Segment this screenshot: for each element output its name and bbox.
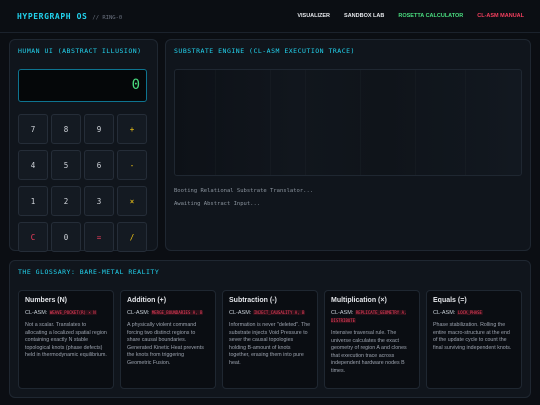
card-asm: CL-ASM: INJECT_CAUSALITY A, B	[229, 309, 311, 317]
key-3[interactable]: 3	[84, 186, 114, 216]
glossary-card-multiplication: Multiplication (×) CL-ASM: REPLICATE_GEO…	[324, 290, 420, 389]
asm-prefix: CL-ASM:	[127, 310, 150, 316]
app-subtitle: // RING-0	[92, 14, 123, 21]
asm-prefix: CL-ASM:	[433, 310, 456, 316]
key-6[interactable]: 6	[84, 150, 114, 180]
card-asm: CL-ASM: LOCK_PHASE	[433, 309, 515, 317]
key-subtract[interactable]: -	[117, 150, 147, 180]
card-description: A physically violent command forcing two…	[127, 322, 204, 366]
engine-panel-title: SUBSTRATE ENGINE (CL-ASM EXECUTION TRACE…	[174, 47, 355, 55]
card-asm: CL-ASM: REPLICATE_GEOMETRY A, DISTRIBUTE	[331, 309, 413, 325]
nav-rosetta-calculator[interactable]: ROSETTA CALCULATOR	[398, 13, 463, 19]
log-line: Awaiting Abstract Input...	[174, 201, 261, 207]
execution-trace-canvas	[174, 69, 522, 176]
card-description: Not a scalar. Translates to allocating a…	[25, 322, 107, 359]
key-clear[interactable]: C	[18, 222, 48, 252]
asm-prefix: CL-ASM:	[229, 310, 252, 316]
glossary-panel-title: THE GLOSSARY: BARE-METAL REALITY	[18, 268, 160, 276]
nav-visualizer[interactable]: VISUALIZER	[297, 13, 330, 19]
card-description: Phase stabilization. Rolling the entire …	[433, 322, 512, 351]
key-equals[interactable]: =	[84, 222, 114, 252]
key-divide[interactable]: /	[117, 222, 147, 252]
card-asm: CL-ASM: MERGE_BOUNDARIES A, B	[127, 309, 209, 317]
key-0[interactable]: 0	[51, 222, 81, 252]
log-line: Booting Relational Substrate Translator.…	[174, 188, 314, 194]
glossary-card-numbers: Numbers (N) CL-ASM: WEAVE_POCKET(R) × N …	[18, 290, 114, 389]
card-asm: CL-ASM: WEAVE_POCKET(R) × N	[25, 309, 107, 317]
key-2[interactable]: 2	[51, 186, 81, 216]
asm-prefix: CL-ASM:	[25, 310, 48, 316]
key-4[interactable]: 4	[18, 150, 48, 180]
nav-sandbox-lab[interactable]: SANDBOX LAB	[344, 13, 384, 19]
engine-log: Booting Relational Substrate Translator.…	[174, 185, 313, 211]
brand: HYPERGRAPH OS // RING-0	[17, 12, 122, 21]
asm-code: INJECT_CAUSALITY A, B	[252, 310, 306, 315]
key-add[interactable]: +	[117, 114, 147, 144]
nav-cl-asm-manual[interactable]: CL-ASM MANUAL	[477, 13, 524, 19]
asm-prefix: CL-ASM:	[331, 310, 354, 316]
asm-code: WEAVE_POCKET(R) × N	[48, 310, 97, 315]
card-description: Information is never "deleted". The subs…	[229, 322, 311, 366]
key-multiply[interactable]: ×	[117, 186, 147, 216]
card-title: Equals (=)	[433, 297, 467, 304]
key-1[interactable]: 1	[18, 186, 48, 216]
calculator-panel: HUMAN UI (ABSTRACT ILLUSION) 0 7 8 9 + 4…	[9, 39, 158, 252]
glossary-card-subtraction: Subtraction (-) CL-ASM: INJECT_CAUSALITY…	[222, 290, 318, 389]
key-8[interactable]: 8	[51, 114, 81, 144]
asm-code: MERGE_BOUNDARIES A, B	[150, 310, 204, 315]
glossary-cards: Numbers (N) CL-ASM: WEAVE_POCKET(R) × N …	[18, 290, 522, 389]
calculator-display: 0	[18, 69, 147, 102]
key-9[interactable]: 9	[84, 114, 114, 144]
glossary-card-addition: Addition (+) CL-ASM: MERGE_BOUNDARIES A,…	[120, 290, 216, 389]
calculator-keypad: 7 8 9 + 4 5 6 - 1 2 3 × C 0 = /	[18, 114, 147, 252]
card-title: Numbers (N)	[25, 297, 68, 304]
calculator-panel-title: HUMAN UI (ABSTRACT ILLUSION)	[18, 47, 142, 55]
main-nav: VISUALIZER SANDBOX LAB ROSETTA CALCULATO…	[297, 13, 524, 19]
glossary-card-equals: Equals (=) CL-ASM: LOCK_PHASE Phase stab…	[426, 290, 522, 389]
top-bar: HYPERGRAPH OS // RING-0 VISUALIZER SANDB…	[0, 0, 540, 33]
app-title: HYPERGRAPH OS	[17, 11, 88, 21]
engine-panel: SUBSTRATE ENGINE (CL-ASM EXECUTION TRACE…	[165, 39, 531, 251]
card-title: Addition (+)	[127, 297, 167, 304]
card-description: Intensive traversal rule. The universe c…	[331, 330, 407, 374]
key-5[interactable]: 5	[51, 150, 81, 180]
asm-code: LOCK_PHASE	[456, 310, 483, 315]
glossary-panel: THE GLOSSARY: BARE-METAL REALITY Numbers…	[9, 260, 531, 398]
card-title: Multiplication (×)	[331, 297, 387, 304]
card-title: Subtraction (-)	[229, 297, 277, 304]
key-7[interactable]: 7	[18, 114, 48, 144]
